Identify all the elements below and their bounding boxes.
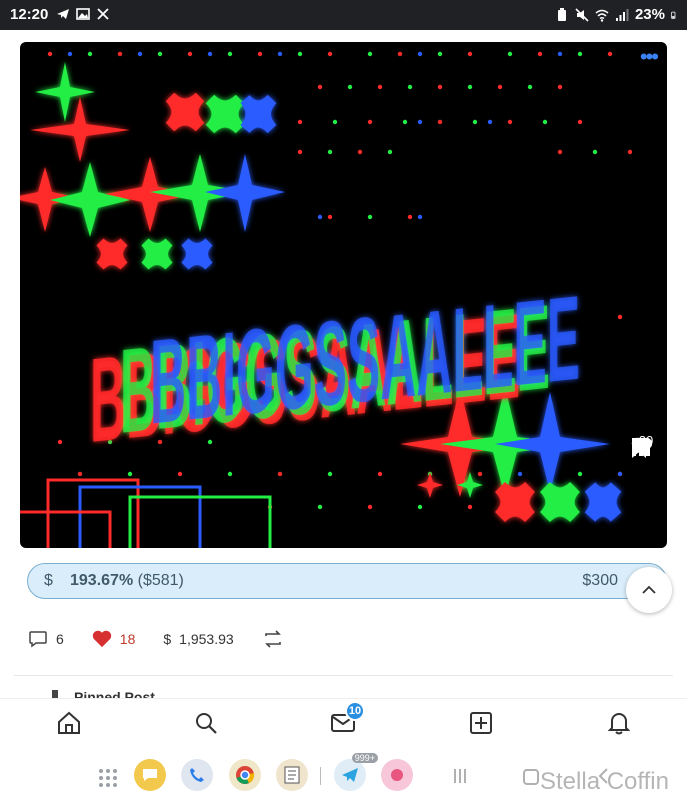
nav-home[interactable] — [55, 709, 83, 737]
messages-app-icon[interactable] — [134, 759, 166, 791]
tips-amount: 1,953.93 — [179, 631, 234, 647]
nav-notifications[interactable] — [605, 709, 633, 737]
more-options-icon[interactable]: ••• — [640, 46, 659, 68]
tips-button[interactable]: $ 1,953.93 — [163, 631, 233, 647]
dock-separator — [320, 767, 321, 785]
status-time: 12:20 — [10, 6, 49, 23]
dollar-icon: $ — [44, 572, 53, 589]
comment-count: 6 — [56, 631, 64, 647]
messages-badge: 10 — [345, 701, 365, 721]
heart-filled-icon — [92, 630, 111, 648]
telegram-badge: 999+ — [351, 753, 378, 763]
post-image[interactable]: BBIGGSSAALLEE BBIGGSSAALLEE BBIGGSSAALLE… — [20, 42, 667, 548]
home-square-icon[interactable] — [522, 768, 540, 786]
bell-icon — [608, 713, 630, 735]
comments-button[interactable]: 6 — [28, 630, 64, 648]
dollar-sign-icon: $ — [163, 631, 172, 647]
chrome-app-icon[interactable] — [229, 759, 261, 791]
app-drawer-icon[interactable] — [98, 768, 118, 788]
nav-messages[interactable]: 10 — [329, 701, 365, 737]
divider — [14, 675, 673, 676]
like-count: 18 — [119, 631, 136, 647]
signal-icon — [615, 8, 629, 21]
stats-bar-icon[interactable] — [631, 437, 651, 457]
telegram-app-icon[interactable]: 999+ — [334, 753, 378, 791]
raised-amount: ($581) — [137, 572, 184, 589]
battery-percent: 23% — [634, 6, 665, 23]
bottom-navigation: 10 — [0, 698, 687, 746]
mute-icon — [575, 7, 589, 22]
funding-progress-bar: $ 193.67% ($581) $300 — [27, 563, 667, 599]
nav-create-post[interactable] — [467, 709, 495, 737]
chevron-up-icon — [642, 585, 656, 594]
post-stats-row: 6 18 $ 1,953.93 — [28, 628, 312, 650]
glitch-rectangles — [20, 478, 272, 548]
nav-search[interactable] — [192, 709, 220, 737]
recents-icon[interactable] — [452, 767, 468, 785]
social-app-icon[interactable] — [381, 759, 413, 791]
watermark-text: Stella Coffin — [540, 768, 669, 795]
wifi-icon — [595, 9, 609, 22]
scroll-to-top-button[interactable] — [626, 567, 672, 613]
phone-app-icon[interactable] — [181, 759, 213, 791]
add-square-icon — [470, 712, 492, 734]
image-icon — [76, 8, 90, 20]
funding-goal: $300 — [582, 572, 618, 589]
funding-percent: 193.67% ($581) — [70, 572, 184, 590]
battery-saver-icon — [557, 7, 566, 21]
percent-value: 193.67% — [70, 572, 134, 589]
comment-icon — [29, 631, 47, 648]
home-icon — [58, 711, 80, 734]
glitch-sale-artwork: BBIGGSSAALLEE BBIGGSSAALLEE BBIGGSSAALLE… — [20, 51, 633, 548]
repost-icon — [264, 630, 281, 648]
notes-app-icon[interactable] — [276, 759, 308, 791]
search-icon — [196, 713, 217, 734]
telegram-icon — [57, 9, 69, 19]
status-bar: 12:20 23% — [0, 0, 687, 30]
like-button[interactable]: 18 — [92, 630, 136, 648]
x-icon — [97, 8, 109, 20]
battery-icon — [671, 11, 676, 19]
repost-button[interactable] — [262, 630, 284, 648]
image-side-actions: 20 — [631, 433, 661, 458]
